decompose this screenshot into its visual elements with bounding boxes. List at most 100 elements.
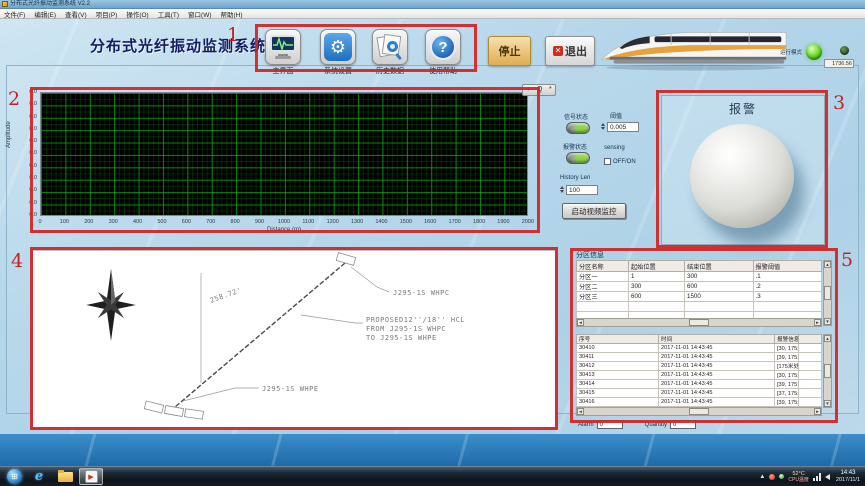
partition-hscrollbar[interactable]: ◄ ► bbox=[576, 318, 822, 327]
exit-button[interactable]: ✕ 退出 bbox=[545, 36, 595, 66]
partition-table-row[interactable] bbox=[577, 302, 822, 312]
scrollbar-thumb[interactable] bbox=[689, 319, 709, 326]
partition-table[interactable]: 分区名称起始位置结束位置报警阈值 分区一 1 300 .1 分区二 300 60… bbox=[576, 260, 822, 322]
partition-column-header[interactable]: 起始位置 bbox=[629, 261, 685, 272]
log-extra-cell[interactable] bbox=[798, 353, 822, 362]
partition-name-cell[interactable]: 分区三 bbox=[577, 292, 629, 302]
log-extra-cell[interactable] bbox=[798, 362, 822, 371]
scroll-right-icon[interactable]: ► bbox=[814, 319, 821, 326]
scroll-left-icon[interactable]: ◄ bbox=[577, 408, 584, 415]
log-time-cell[interactable]: 2017-11-01 14:43:45 bbox=[659, 398, 775, 407]
alarm-log-row[interactable]: 30413 2017-11-01 14:43:45 [30, 175米处触发分区… bbox=[577, 371, 822, 380]
log-seq-cell[interactable]: 30412 bbox=[577, 362, 659, 371]
tray-alert-icon[interactable] bbox=[769, 474, 775, 480]
alarm-log-row[interactable]: 30410 2017-11-01 14:43:45 [30, 175米处触发分区… bbox=[577, 344, 822, 353]
toolbar-button-history[interactable] bbox=[372, 29, 408, 65]
partition-threshold-cell[interactable]: .2 bbox=[753, 282, 822, 292]
partition-column-header[interactable]: 报警阈值 bbox=[753, 261, 822, 272]
history-len-value[interactable]: 100 bbox=[566, 185, 598, 195]
log-time-cell[interactable]: 2017-11-01 14:43:45 bbox=[659, 389, 775, 398]
toolbar-button-settings[interactable]: ⚙ bbox=[320, 29, 356, 65]
checkbox-icon[interactable] bbox=[604, 158, 611, 165]
log-message-cell[interactable]: [39, 175米处触发分区：分区一] bbox=[775, 380, 799, 389]
indicator-value[interactable]: 0 bbox=[670, 420, 696, 429]
log-message-cell[interactable]: [39, 175米处触发分区：分区一] bbox=[775, 398, 799, 407]
partition-table-row[interactable]: 分区三 600 1500 .3 bbox=[577, 292, 822, 302]
start-button[interactable]: ⊞ bbox=[7, 469, 22, 484]
toolbar-button-main[interactable] bbox=[265, 29, 301, 65]
stop-button[interactable]: 停止 bbox=[488, 36, 531, 66]
alarm-log-row[interactable]: 30412 2017-11-01 14:43:45 [175米处触发分区：分区一… bbox=[577, 362, 822, 371]
scroll-up-icon[interactable]: ▲ bbox=[824, 261, 831, 268]
partition-end-cell[interactable]: 600 bbox=[685, 282, 754, 292]
scrollbar-thumb[interactable] bbox=[824, 286, 831, 300]
alarm-log-row[interactable]: 30415 2017-11-01 14:43:45 [37, 175米处触发分区… bbox=[577, 389, 822, 398]
menu-item[interactable]: 文件(F) bbox=[4, 9, 25, 19]
log-extra-cell[interactable] bbox=[798, 389, 822, 398]
sensing-checkbox[interactable]: OFF/ON bbox=[604, 153, 636, 171]
log-seq-cell[interactable]: 30414 bbox=[577, 380, 659, 389]
start-video-button[interactable]: 启动视频监控 bbox=[562, 203, 626, 219]
graph-tool-icon[interactable]: + bbox=[526, 86, 530, 94]
threshold-input[interactable]: 0.005 bbox=[601, 121, 639, 132]
partition-threshold-cell[interactable]: .1 bbox=[753, 272, 822, 282]
partition-end-cell[interactable]: 1500 bbox=[685, 292, 754, 302]
menu-item[interactable]: 工具(T) bbox=[158, 9, 179, 19]
partition-name-cell[interactable]: 分区一 bbox=[577, 272, 629, 282]
taskbar-ie-button[interactable]: e bbox=[27, 468, 51, 485]
menu-item[interactable]: 编辑(E) bbox=[34, 9, 56, 19]
scroll-right-icon[interactable]: ► bbox=[814, 408, 821, 415]
hidden-icons-chevron-icon[interactable]: ▲ bbox=[759, 474, 765, 480]
log-vscrollbar[interactable]: ▲ ▼ bbox=[823, 334, 832, 408]
alarm-log-table[interactable]: 序号时间报警信息 30410 2017-11-01 14:43:45 [30, … bbox=[576, 334, 822, 416]
toolbar-button-help[interactable]: ? bbox=[425, 29, 461, 65]
scroll-left-icon[interactable]: ◄ bbox=[577, 319, 584, 326]
log-hscrollbar[interactable]: ◄ ► bbox=[576, 407, 822, 416]
log-extra-cell[interactable] bbox=[798, 344, 822, 353]
log-seq-cell[interactable]: 30411 bbox=[577, 353, 659, 362]
taskbar-clock[interactable]: 14:43 2017/11/1 bbox=[836, 470, 860, 484]
log-seq-cell[interactable]: 30416 bbox=[577, 398, 659, 407]
log-time-cell[interactable]: 2017-11-01 14:43:45 bbox=[659, 380, 775, 389]
speaker-icon[interactable] bbox=[825, 474, 830, 480]
partition-table-row[interactable]: 分区二 300 600 .2 bbox=[577, 282, 822, 292]
scroll-down-icon[interactable]: ▼ bbox=[824, 400, 831, 407]
menu-item[interactable]: 查看(V) bbox=[65, 9, 87, 19]
log-extra-cell[interactable] bbox=[798, 380, 822, 389]
history-len-input[interactable]: 100 bbox=[560, 184, 598, 195]
taskbar-app-button[interactable]: ▶ bbox=[79, 468, 103, 485]
log-message-cell[interactable]: [30, 175米处触发分区：分区一] bbox=[775, 371, 799, 380]
log-time-cell[interactable]: 2017-11-01 14:43:45 bbox=[659, 353, 775, 362]
log-extra-cell[interactable] bbox=[798, 398, 822, 407]
scroll-up-icon[interactable]: ▲ bbox=[824, 335, 831, 342]
log-column-header[interactable] bbox=[798, 335, 822, 344]
partition-table-row[interactable]: 分区一 1 300 .1 bbox=[577, 272, 822, 282]
log-message-cell[interactable]: [175米处触发分区：分区一] bbox=[775, 362, 799, 371]
partition-start-cell[interactable]: 300 bbox=[629, 282, 685, 292]
threshold-value[interactable]: 0.005 bbox=[607, 122, 639, 132]
partition-threshold-cell[interactable]: .3 bbox=[753, 292, 822, 302]
graph-tool-icon[interactable]: Q bbox=[537, 86, 542, 94]
log-column-header[interactable]: 序号 bbox=[577, 335, 659, 344]
menu-item[interactable]: 操作(O) bbox=[126, 9, 148, 19]
alarm-log-row[interactable]: 30414 2017-11-01 14:43:45 [39, 175米处触发分区… bbox=[577, 380, 822, 389]
alarm-log-row[interactable]: 30411 2017-11-01 14:43:45 [39, 175米处触发分区… bbox=[577, 353, 822, 362]
menu-item[interactable]: 窗口(W) bbox=[188, 9, 211, 19]
log-message-cell[interactable]: [39, 175米处触发分区：分区一] bbox=[775, 353, 799, 362]
log-seq-cell[interactable]: 30413 bbox=[577, 371, 659, 380]
log-time-cell[interactable]: 2017-11-01 14:43:45 bbox=[659, 344, 775, 353]
menu-item[interactable]: 帮助(H) bbox=[221, 9, 243, 19]
spinner-arrows-icon[interactable] bbox=[601, 123, 606, 130]
log-column-header[interactable]: 报警信息 bbox=[775, 335, 799, 344]
log-seq-cell[interactable]: 30410 bbox=[577, 344, 659, 353]
scrollbar-thumb[interactable] bbox=[689, 408, 709, 415]
log-message-cell[interactable]: [30, 175米处触发分区：分区一] bbox=[775, 344, 799, 353]
partition-start-cell[interactable]: 600 bbox=[629, 292, 685, 302]
partition-column-header[interactable]: 结束位置 bbox=[685, 261, 754, 272]
partition-end-cell[interactable]: 300 bbox=[685, 272, 754, 282]
partition-end-cell[interactable] bbox=[685, 302, 754, 312]
spinner-arrows-icon[interactable] bbox=[560, 186, 565, 193]
partition-column-header[interactable]: 分区名称 bbox=[577, 261, 629, 272]
partition-name-cell[interactable] bbox=[577, 302, 629, 312]
taskbar-explorer-button[interactable] bbox=[53, 468, 77, 485]
